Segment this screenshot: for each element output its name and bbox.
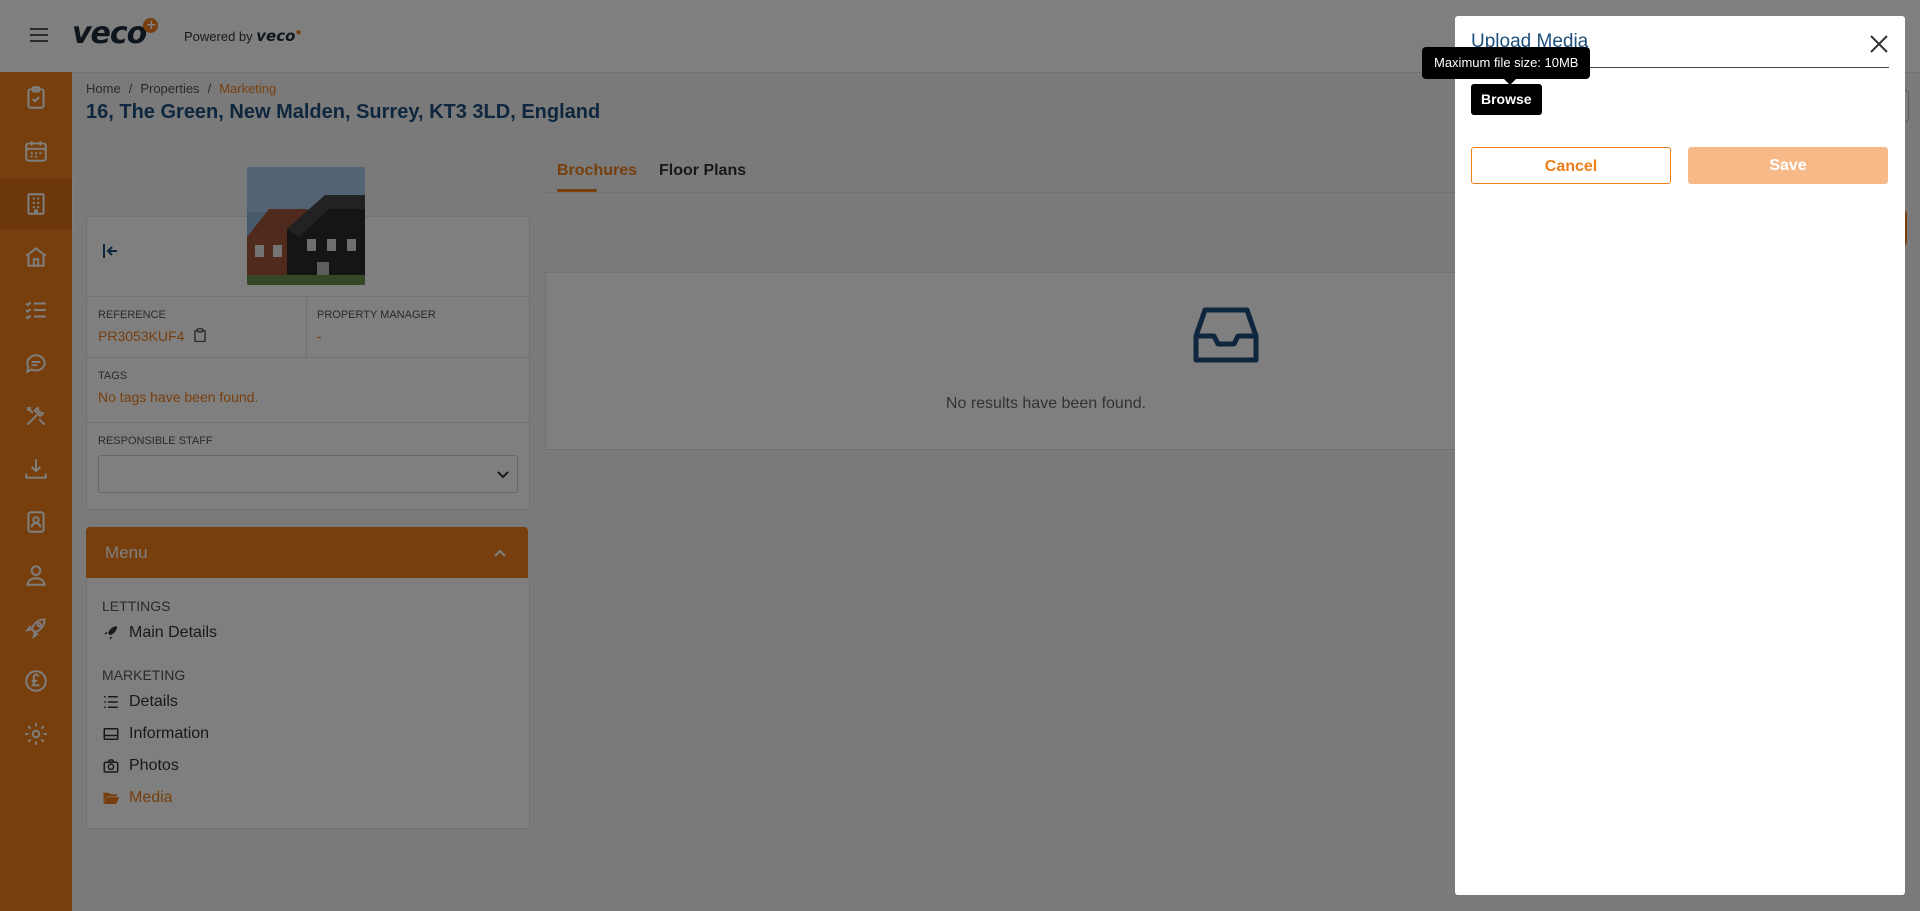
browse-button[interactable]: Browse: [1471, 84, 1542, 115]
upload-media-drawer: Upload Media Maximum file size: 10MB Bro…: [1422, 16, 1905, 895]
file-size-tooltip: Maximum file size: 10MB: [1422, 47, 1591, 85]
save-button[interactable]: Save: [1688, 147, 1888, 184]
cancel-button[interactable]: Cancel: [1471, 147, 1671, 184]
close-icon[interactable]: [1869, 34, 1889, 59]
